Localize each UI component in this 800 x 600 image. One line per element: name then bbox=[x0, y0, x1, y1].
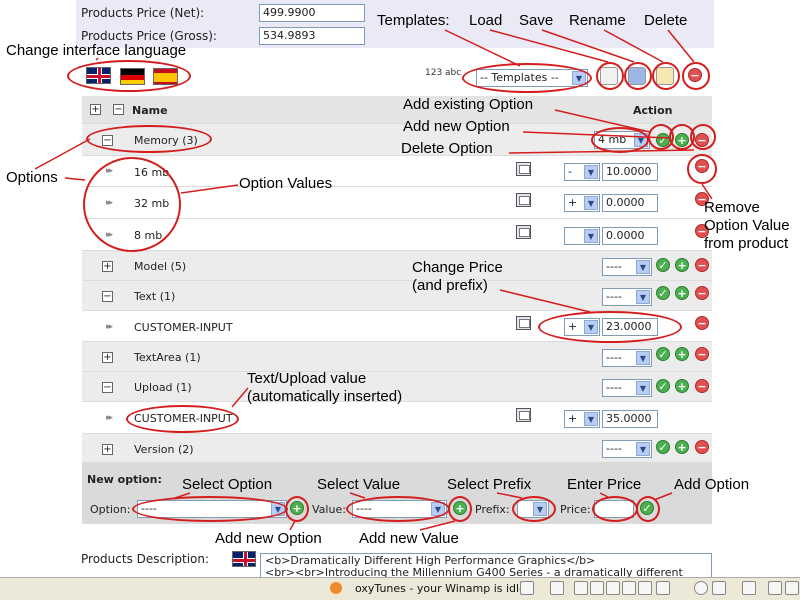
annotation-line bbox=[289, 520, 296, 531]
annotation-line bbox=[496, 492, 523, 499]
annotation-line bbox=[667, 29, 695, 63]
annotation-line bbox=[653, 492, 673, 501]
annotation-line bbox=[231, 387, 249, 408]
annotation-line bbox=[95, 57, 99, 61]
annotation-line bbox=[64, 177, 86, 181]
annotation-line bbox=[174, 492, 191, 499]
annotation-line bbox=[599, 492, 611, 499]
annotation-line bbox=[419, 520, 456, 531]
annotation-lines bbox=[34, 29, 713, 531]
annotation-line bbox=[603, 29, 664, 63]
annotation-line bbox=[34, 138, 91, 170]
annotation-line bbox=[489, 29, 609, 63]
annotation-line bbox=[349, 492, 366, 499]
annotation-line bbox=[701, 183, 713, 200]
annotation-line bbox=[508, 149, 695, 154]
annotation-line bbox=[522, 131, 671, 139]
annotation-line bbox=[180, 184, 239, 194]
annotation-line bbox=[554, 109, 651, 133]
annotation-line bbox=[499, 289, 591, 313]
